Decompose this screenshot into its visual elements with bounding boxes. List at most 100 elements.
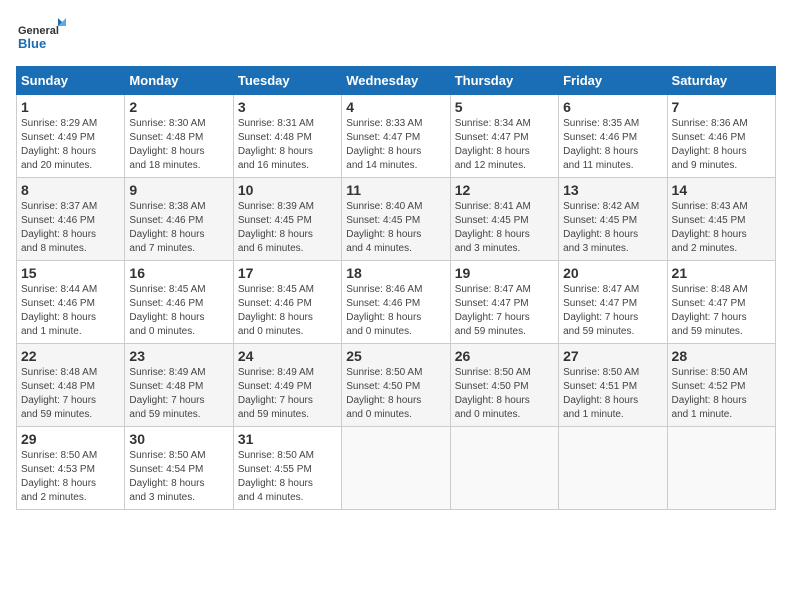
logo: General Blue [16,16,66,56]
weekday-header-sunday: Sunday [17,67,125,95]
day-info: Sunrise: 8:34 AMSunset: 4:47 PMDaylight:… [455,117,554,173]
day-info: Sunrise: 8:33 AMSunset: 4:47 PMDaylight:… [346,117,445,173]
weekday-header-tuesday: Tuesday [233,67,341,95]
calendar-cell: 2 Sunrise: 8:30 AMSunset: 4:48 PMDaylight… [125,95,233,178]
day-number: 26 [455,348,554,364]
calendar-cell: 16 Sunrise: 8:45 AMSunset: 4:46 PMDayligh… [125,261,233,344]
weekday-header-row: SundayMondayTuesdayWednesdayThursdayFrid… [17,67,776,95]
day-number: 20 [563,265,662,281]
calendar-cell [667,427,775,510]
day-info: Sunrise: 8:42 AMSunset: 4:45 PMDaylight:… [563,200,662,256]
calendar-cell: 17 Sunrise: 8:45 AMSunset: 4:46 PMDayligh… [233,261,341,344]
calendar-table: SundayMondayTuesdayWednesdayThursdayFrid… [16,66,776,510]
calendar-cell [559,427,667,510]
day-number: 14 [672,182,771,198]
calendar-cell: 4Sunrise: 8:33 AMSunset: 4:47 PMDaylight… [342,95,450,178]
calendar-cell: 3Sunrise: 8:31 AMSunset: 4:48 PMDaylight… [233,95,341,178]
calendar-week-3: 15 Sunrise: 8:44 AMSunset: 4:46 PMDayligh… [17,261,776,344]
weekday-header-thursday: Thursday [450,67,558,95]
day-number: 27 [563,348,662,364]
day-info: Sunrise: 8:50 AMSunset: 4:54 PMDaylight:… [129,449,228,505]
calendar-cell: 31Sunrise: 8:50 AMSunset: 4:55 PMDayligh… [233,427,341,510]
calendar-cell [450,427,558,510]
day-number: 7 [672,99,771,115]
calendar-cell: 23 Sunrise: 8:49 AMSunset: 4:48 PMDayligh… [125,344,233,427]
calendar-cell: 25 Sunrise: 8:50 AMSunset: 4:50 PMDayligh… [342,344,450,427]
logo-container: General Blue [16,16,66,56]
day-number: 21 [672,265,771,281]
calendar-week-1: 1 Sunrise: 8:29 AMSunset: 4:49 PMDaylight… [17,95,776,178]
day-number: 18 [346,265,445,281]
calendar-week-4: 22 Sunrise: 8:48 AMSunset: 4:48 PMDayligh… [17,344,776,427]
calendar-cell: 7 Sunrise: 8:36 AMSunset: 4:46 PMDaylight… [667,95,775,178]
day-info: Sunrise: 8:29 AMSunset: 4:49 PMDaylight:… [21,117,120,173]
page-header: General Blue [16,16,776,56]
calendar-cell: 14 Sunrise: 8:43 AMSunset: 4:45 PMDayligh… [667,178,775,261]
calendar-cell: 21 Sunrise: 8:48 AMSunset: 4:47 PMDayligh… [667,261,775,344]
calendar-cell: 5Sunrise: 8:34 AMSunset: 4:47 PMDaylight… [450,95,558,178]
day-number: 17 [238,265,337,281]
day-info: Sunrise: 8:45 AMSunset: 4:46 PMDaylight:… [238,283,337,339]
day-info: Sunrise: 8:30 AMSunset: 4:48 PMDaylight:… [129,117,228,173]
day-info: Sunrise: 8:43 AMSunset: 4:45 PMDaylight:… [672,200,771,256]
day-info: Sunrise: 8:49 AMSunset: 4:48 PMDaylight:… [129,366,228,422]
calendar-cell: 6 Sunrise: 8:35 AMSunset: 4:46 PMDaylight… [559,95,667,178]
calendar-cell: 18Sunrise: 8:46 AMSunset: 4:46 PMDayligh… [342,261,450,344]
day-number: 2 [129,99,228,115]
day-info: Sunrise: 8:36 AMSunset: 4:46 PMDaylight:… [672,117,771,173]
day-info: Sunrise: 8:50 AMSunset: 4:51 PMDaylight:… [563,366,662,422]
day-number: 30 [129,431,228,447]
day-info: Sunrise: 8:50 AMSunset: 4:52 PMDaylight:… [672,366,771,422]
day-number: 15 [21,265,120,281]
day-info: Sunrise: 8:40 AMSunset: 4:45 PMDaylight:… [346,200,445,256]
calendar-cell: 28Sunrise: 8:50 AMSunset: 4:52 PMDayligh… [667,344,775,427]
day-info: Sunrise: 8:37 AMSunset: 4:46 PMDaylight:… [21,200,120,256]
day-info: Sunrise: 8:47 AMSunset: 4:47 PMDaylight:… [563,283,662,339]
calendar-week-5: 29Sunrise: 8:50 AMSunset: 4:53 PMDayligh… [17,427,776,510]
calendar-cell: 15 Sunrise: 8:44 AMSunset: 4:46 PMDayligh… [17,261,125,344]
day-number: 16 [129,265,228,281]
calendar-cell: 9 Sunrise: 8:38 AMSunset: 4:46 PMDaylight… [125,178,233,261]
day-number: 25 [346,348,445,364]
day-info: Sunrise: 8:45 AMSunset: 4:46 PMDaylight:… [129,283,228,339]
day-info: Sunrise: 8:49 AMSunset: 4:49 PMDaylight:… [238,366,337,422]
day-number: 9 [129,182,228,198]
calendar-cell: 27 Sunrise: 8:50 AMSunset: 4:51 PMDayligh… [559,344,667,427]
day-number: 19 [455,265,554,281]
day-number: 29 [21,431,120,447]
calendar-cell: 13 Sunrise: 8:42 AMSunset: 4:45 PMDayligh… [559,178,667,261]
day-number: 23 [129,348,228,364]
day-info: Sunrise: 8:41 AMSunset: 4:45 PMDaylight:… [455,200,554,256]
day-number: 31 [238,431,337,447]
calendar-cell: 22 Sunrise: 8:48 AMSunset: 4:48 PMDayligh… [17,344,125,427]
calendar-cell: 1 Sunrise: 8:29 AMSunset: 4:49 PMDaylight… [17,95,125,178]
calendar-cell: 20 Sunrise: 8:47 AMSunset: 4:47 PMDayligh… [559,261,667,344]
calendar-cell: 24 Sunrise: 8:49 AMSunset: 4:49 PMDayligh… [233,344,341,427]
weekday-header-saturday: Saturday [667,67,775,95]
calendar-cell: 30 Sunrise: 8:50 AMSunset: 4:54 PMDayligh… [125,427,233,510]
calendar-cell: 19Sunrise: 8:47 AMSunset: 4:47 PMDayligh… [450,261,558,344]
day-info: Sunrise: 8:48 AMSunset: 4:48 PMDaylight:… [21,366,120,422]
weekday-header-friday: Friday [559,67,667,95]
day-number: 6 [563,99,662,115]
day-number: 10 [238,182,337,198]
calendar-cell: 29Sunrise: 8:50 AMSunset: 4:53 PMDayligh… [17,427,125,510]
calendar-cell: 11 Sunrise: 8:40 AMSunset: 4:45 PMDayligh… [342,178,450,261]
day-info: Sunrise: 8:35 AMSunset: 4:46 PMDaylight:… [563,117,662,173]
day-info: Sunrise: 8:50 AMSunset: 4:50 PMDaylight:… [455,366,554,422]
day-info: Sunrise: 8:31 AMSunset: 4:48 PMDaylight:… [238,117,337,173]
day-number: 11 [346,182,445,198]
day-info: Sunrise: 8:48 AMSunset: 4:47 PMDaylight:… [672,283,771,339]
day-number: 8 [21,182,120,198]
calendar-cell [342,427,450,510]
day-number: 24 [238,348,337,364]
day-number: 1 [21,99,120,115]
day-number: 13 [563,182,662,198]
svg-text:Blue: Blue [18,36,46,51]
day-number: 22 [21,348,120,364]
calendar-cell: 12Sunrise: 8:41 AMSunset: 4:45 PMDayligh… [450,178,558,261]
day-info: Sunrise: 8:50 AMSunset: 4:50 PMDaylight:… [346,366,445,422]
day-info: Sunrise: 8:44 AMSunset: 4:46 PMDaylight:… [21,283,120,339]
weekday-header-wednesday: Wednesday [342,67,450,95]
day-info: Sunrise: 8:38 AMSunset: 4:46 PMDaylight:… [129,200,228,256]
